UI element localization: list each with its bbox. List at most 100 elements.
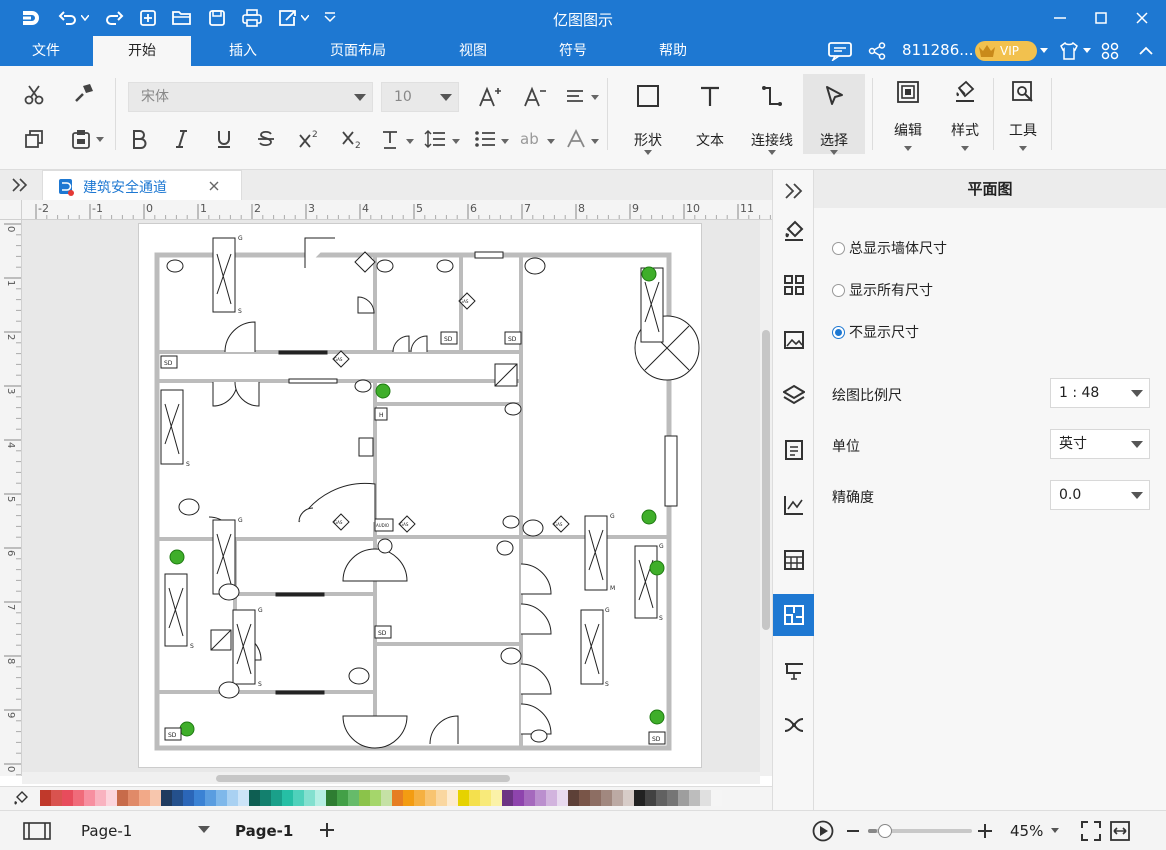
color-swatch[interactable] [634,790,645,806]
color-swatch[interactable] [128,790,139,806]
menu-insert[interactable]: 插入 [210,36,276,66]
unit-select[interactable]: 英寸 [1050,429,1150,459]
paste-dropdown-icon[interactable] [95,136,105,144]
account-dropdown-icon[interactable] [1039,47,1049,55]
color-swatch[interactable] [293,790,304,806]
color-swatch[interactable] [194,790,205,806]
color-swatch[interactable] [645,790,656,806]
subscript-icon[interactable]: 2 [339,126,365,152]
color-swatch[interactable] [535,790,546,806]
color-swatch[interactable] [172,790,183,806]
color-swatch[interactable] [238,790,249,806]
open-folder-icon[interactable] [170,6,194,30]
color-swatch[interactable] [546,790,557,806]
image-panel-button[interactable] [773,319,815,361]
color-swatch[interactable] [689,790,700,806]
color-swatch[interactable] [711,790,722,806]
color-swatch[interactable] [326,790,337,806]
text-align-icon[interactable] [563,84,589,110]
menu-file[interactable]: 文件 [16,36,76,66]
color-swatch[interactable] [623,790,634,806]
color-swatch[interactable] [491,790,502,806]
undo-icon[interactable] [56,6,80,30]
collapse-ribbon-icon[interactable] [1136,42,1156,60]
color-swatch[interactable] [579,790,590,806]
radio-show-all-dims[interactable]: 显示所有尺寸 [832,280,933,300]
floor-plan[interactable]: SD SD SD SD SD SD GAS GAS GAS GAS GAS AU… [139,224,703,769]
document-tab[interactable]: 建筑安全通道 [42,170,242,200]
color-swatch[interactable] [73,790,84,806]
page-selector-dropdown-icon[interactable] [198,826,210,834]
close-tab-icon[interactable] [207,179,221,193]
menu-home[interactable]: 开始 [93,36,191,66]
color-swatch[interactable] [612,790,623,806]
font-highlight-icon[interactable]: ab [518,126,544,152]
color-swatch[interactable] [425,790,436,806]
shape-button[interactable]: 形状 [617,74,679,155]
radio-button-icon[interactable] [832,283,845,297]
share-icon[interactable] [866,41,888,61]
zoom-out-icon[interactable] [845,823,861,839]
font-size-combo[interactable]: 10 [381,82,459,112]
zoom-slider[interactable] [868,824,972,838]
italic-icon[interactable] [168,126,194,152]
export-icon[interactable] [276,6,300,30]
line-spacing-icon[interactable] [422,126,448,152]
color-swatch[interactable] [513,790,524,806]
bold-icon[interactable] [126,126,152,152]
drawing-canvas[interactable]: SD SD SD SD SD SD GAS GAS GAS GAS GAS AU… [22,220,760,772]
color-swatch[interactable] [282,790,293,806]
style-button[interactable]: 样式 [934,74,996,154]
color-swatch[interactable] [370,790,381,806]
vertical-scroll-thumb[interactable] [762,330,770,630]
comment-icon[interactable] [826,40,854,62]
bullet-list-dropdown-icon[interactable] [500,138,510,146]
page-selector-value[interactable]: Page-1 [81,822,132,840]
color-swatch[interactable] [469,790,480,806]
color-swatch[interactable] [51,790,62,806]
minimize-icon[interactable] [1050,8,1070,28]
radio-hide-dims[interactable]: 不显示尺寸 [832,322,919,342]
line-spacing-dropdown-icon[interactable] [451,138,461,146]
user-id[interactable]: 811286... [902,41,974,59]
color-swatch[interactable] [62,790,73,806]
color-swatch[interactable] [227,790,238,806]
close-window-icon[interactable] [1132,8,1152,28]
chart-panel-button[interactable] [773,484,815,526]
color-swatch[interactable] [84,790,95,806]
paste-icon[interactable] [68,126,94,152]
color-swatch[interactable] [304,790,315,806]
text-case-icon[interactable] [378,126,404,152]
color-swatch[interactable] [557,790,568,806]
color-swatch[interactable] [568,790,579,806]
color-swatch[interactable] [458,790,469,806]
color-swatch[interactable] [414,790,425,806]
text-button[interactable]: 文本 [679,74,741,154]
add-page-icon[interactable] [318,821,336,839]
page-tab-active[interactable]: Page-1 [235,822,293,840]
zoom-in-icon[interactable] [977,823,993,839]
bullet-list-icon[interactable] [472,126,498,152]
font-highlight-dropdown-icon[interactable] [546,138,556,146]
color-swatch[interactable] [216,790,227,806]
drawing-page[interactable]: SD SD SD SD SD SD GAS GAS GAS GAS GAS AU… [138,223,702,768]
color-swatch[interactable] [601,790,612,806]
color-swatch[interactable] [315,790,326,806]
strikethrough-icon[interactable] [253,126,279,152]
menu-page-layout[interactable]: 页面布局 [318,36,398,66]
horizontal-scroll-thumb[interactable] [216,775,510,782]
fill-bucket-icon[interactable] [12,791,30,807]
underline-icon[interactable] [211,126,237,152]
quick-access-more-icon[interactable] [322,10,338,26]
page-panel-button[interactable] [773,429,815,471]
expand-library-icon[interactable] [10,176,30,194]
layers-panel-button[interactable] [773,374,815,416]
color-swatch[interactable] [381,790,392,806]
color-swatch[interactable] [117,790,128,806]
color-swatch[interactable] [40,790,51,806]
decrease-font-icon[interactable] [522,84,548,110]
skin-shirt-icon[interactable] [1058,41,1080,61]
color-swatch[interactable] [205,790,216,806]
horizontal-scrollbar[interactable] [22,772,760,784]
vip-badge[interactable]: VIP [975,41,1037,61]
